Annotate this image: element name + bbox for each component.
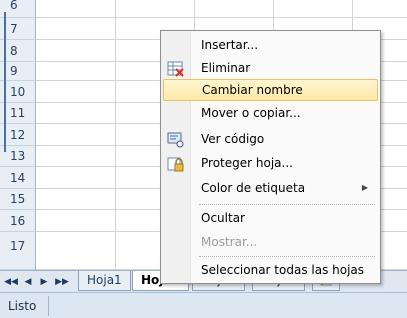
menu-item-label: Cambiar nombre	[202, 83, 303, 97]
menu-item-cambiar-nombre[interactable]: Cambiar nombre	[163, 79, 378, 101]
menu-item-label: Proteger hoja...	[201, 156, 293, 170]
menu-separator	[199, 256, 375, 257]
row-header[interactable]: 16	[0, 210, 36, 232]
menu-item-mostrar: Mostrar...	[163, 232, 378, 254]
row-header[interactable]: 17	[0, 232, 36, 270]
menu-item-label: Color de etiqueta	[201, 181, 306, 195]
row-header[interactable]: 14	[0, 167, 36, 189]
menu-item-label: Seleccionar todas las hojas	[201, 263, 365, 277]
menu-item-seleccionar-todas[interactable]: Seleccionar todas las hojas	[163, 260, 378, 282]
prev-sheet-button[interactable]: ◀	[22, 275, 34, 289]
status-bar: Listo	[0, 292, 407, 318]
sheet-tab-hoja1[interactable]: Hoja1	[78, 271, 131, 291]
delete-sheet-icon	[167, 61, 185, 77]
last-sheet-button[interactable]: ▶▶	[54, 275, 70, 289]
menu-item-label: Ocultar	[201, 211, 245, 225]
row-header[interactable]: 15	[0, 189, 36, 210]
row-group-bracket	[4, 12, 8, 152]
first-sheet-button[interactable]: ◀◀	[4, 275, 18, 289]
status-text: Listo	[8, 299, 37, 313]
view-code-icon	[167, 132, 185, 148]
menu-separator	[199, 204, 375, 205]
menu-item-label: Eliminar	[201, 61, 251, 75]
menu-item-ver-codigo[interactable]: Ver código	[163, 129, 378, 151]
menu-item-ocultar[interactable]: Ocultar	[163, 208, 378, 230]
menu-item-color-de-etiqueta[interactable]: Color de etiqueta ▶	[163, 178, 378, 200]
next-sheet-button[interactable]: ▶	[38, 275, 50, 289]
menu-item-insertar[interactable]: Insertar...	[163, 35, 378, 57]
menu-item-eliminar[interactable]: Eliminar	[163, 58, 378, 80]
menu-item-label: Ver código	[201, 132, 265, 146]
menu-item-label: Mostrar...	[201, 235, 258, 249]
status-divider	[48, 296, 49, 316]
sheet-context-menu: Insertar... Eliminar Cambiar nombre Move…	[160, 30, 381, 284]
menu-item-label: Mover o copiar...	[201, 106, 301, 120]
protect-sheet-lock-icon	[167, 156, 185, 172]
menu-item-mover-o-copiar[interactable]: Mover o copiar...	[163, 103, 378, 125]
grid-row[interactable]: 6	[0, 0, 407, 18]
menu-item-label: Insertar...	[201, 38, 259, 52]
menu-item-proteger-hoja[interactable]: Proteger hoja...	[163, 153, 378, 175]
submenu-arrow-icon: ▶	[361, 183, 368, 192]
